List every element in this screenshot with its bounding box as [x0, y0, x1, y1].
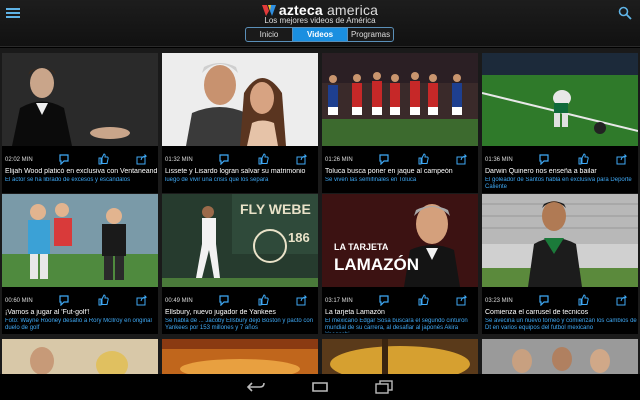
thumbs-up-icon[interactable] — [417, 294, 429, 306]
video-duration: 01:36 MIN — [485, 157, 513, 163]
share-icon[interactable] — [456, 294, 468, 306]
video-thumbnail[interactable] — [482, 53, 638, 146]
app-subtitle: Los mejores videos de América — [264, 16, 376, 25]
video-description: Se viven las semifinales en Toluca — [325, 177, 417, 183]
thumbs-up-icon[interactable] — [577, 294, 589, 306]
section-tabs: Inicio Videos Programas — [245, 27, 394, 42]
thumbs-up-icon[interactable] — [97, 153, 109, 165]
video-title[interactable]: Toluca busca poner en jaque al campeón — [325, 168, 477, 175]
video-title[interactable]: La tarjeta Lamazón — [325, 309, 477, 316]
video-duration: 02:02 MIN — [5, 157, 33, 163]
video-meta-row: 03:23 MIN — [482, 294, 638, 306]
video-description: El goleador de Santos habla en exclusiva… — [485, 177, 632, 190]
info-icon[interactable] — [538, 294, 550, 306]
video-thumbnail[interactable] — [322, 53, 478, 146]
video-description: Foto: Wayne Rooney desafió a Rory McIlro… — [5, 318, 152, 331]
video-duration: 03:23 MIN — [485, 298, 513, 304]
thumbs-up-icon[interactable] — [257, 153, 269, 165]
video-description: luego de vivir una crisis que los separa — [165, 177, 269, 183]
video-title[interactable]: Lissete y Lisardo logran salvar su matri… — [165, 168, 317, 175]
video-thumbnail[interactable] — [482, 194, 638, 287]
video-duration: 01:32 MIN — [165, 157, 193, 163]
thumbs-up-icon[interactable] — [257, 294, 269, 306]
video-card-partial[interactable] — [2, 339, 158, 374]
share-icon[interactable] — [296, 153, 308, 165]
video-title[interactable]: Darwin Quinero nos enseña a bailar — [485, 168, 637, 175]
info-icon[interactable] — [538, 153, 550, 165]
share-icon[interactable] — [136, 153, 148, 165]
stadium-sign-text: FLY WEBE — [240, 201, 311, 217]
video-card[interactable]: FLY WEBE 186 00:49 MIN Ellsbury, nuevo j… — [162, 194, 318, 334]
thumbs-up-icon[interactable] — [417, 153, 429, 165]
video-meta-row: 00:49 MIN — [162, 294, 318, 306]
video-thumbnail[interactable] — [2, 339, 158, 374]
video-thumbnail[interactable] — [482, 339, 638, 374]
video-card[interactable]: 01:32 MIN Lissete y Lisardo logran salva… — [162, 53, 318, 193]
azteca-logo-mark — [261, 5, 276, 16]
video-card-partial[interactable] — [482, 339, 638, 374]
video-duration: 01:26 MIN — [325, 157, 353, 163]
thumbs-up-icon[interactable] — [577, 153, 589, 165]
jersey-number-text: 186 — [288, 230, 310, 245]
video-duration: 03:17 MIN — [325, 298, 353, 304]
video-meta-row: 01:26 MIN — [322, 153, 478, 165]
video-card[interactable]: 03:23 MIN Comienza el carrusel de tecnic… — [482, 194, 638, 334]
info-icon[interactable] — [378, 153, 390, 165]
video-meta-row: 01:32 MIN — [162, 153, 318, 165]
info-icon[interactable] — [218, 153, 230, 165]
video-meta-row: 01:36 MIN — [482, 153, 638, 165]
video-thumbnail[interactable] — [2, 53, 158, 146]
thumbs-up-icon[interactable] — [97, 294, 109, 306]
video-meta-row: 03:17 MIN — [322, 294, 478, 306]
video-meta-row: 02:02 MIN — [2, 153, 158, 165]
video-thumbnail[interactable] — [162, 53, 318, 146]
video-card[interactable]: 02:02 MIN Elijah Wood platicó en exclusi… — [2, 53, 158, 193]
video-card[interactable]: 01:36 MIN Darwin Quinero nos enseña a ba… — [482, 53, 638, 193]
share-icon[interactable] — [616, 153, 628, 165]
back-icon[interactable] — [246, 380, 266, 394]
video-title[interactable]: ¡Vamos a jugar al 'Fut-golf'! — [5, 309, 157, 316]
video-description: El mexicano Edgar Sosa buscará el segund… — [325, 318, 468, 333]
video-duration: 00:49 MIN — [165, 298, 193, 304]
video-thumbnail[interactable] — [322, 339, 478, 374]
video-thumbnail[interactable]: FLY WEBE 186 — [162, 194, 318, 287]
search-icon[interactable] — [618, 6, 632, 20]
share-icon[interactable] — [136, 294, 148, 306]
home-icon[interactable] — [310, 380, 330, 394]
video-card[interactable]: LA TARJETA LAMAZÓN 03:17 MIN La tarjeta … — [322, 194, 478, 334]
thumb-title-line1: LA TARJETA — [334, 242, 389, 252]
share-icon[interactable] — [616, 294, 628, 306]
video-description: Se habla de ... Jacoby Ellsbury dejó Bos… — [165, 318, 314, 331]
system-nav-bar — [0, 374, 640, 400]
video-duration: 00:60 MIN — [5, 298, 33, 304]
video-card-partial[interactable] — [162, 339, 318, 374]
video-title[interactable]: Ellsbury, nuevo jugador de Yankees — [165, 309, 317, 316]
share-icon[interactable] — [296, 294, 308, 306]
video-thumbnail[interactable] — [162, 339, 318, 374]
video-card[interactable]: 01:26 MIN Toluca busca poner en jaque al… — [322, 53, 478, 193]
video-card[interactable]: 00:60 MIN ¡Vamos a jugar al 'Fut-golf'! … — [2, 194, 158, 334]
info-icon[interactable] — [378, 294, 390, 306]
app-header: azteca america Los mejores videos de Amé… — [0, 0, 640, 47]
tab-programas[interactable]: Programas — [347, 28, 393, 41]
video-grid: 02:02 MIN Elijah Wood platicó en exclusi… — [0, 48, 640, 374]
tab-videos[interactable]: Videos — [293, 28, 347, 41]
video-description: Se avecina un nuevo torneo y comienzan l… — [485, 318, 637, 331]
info-icon[interactable] — [218, 294, 230, 306]
video-thumbnail[interactable]: LA TARJETA LAMAZÓN — [322, 194, 478, 287]
video-meta-row: 00:60 MIN — [2, 294, 158, 306]
video-description: El actor se ha librado de excesos y escá… — [5, 177, 131, 183]
video-title[interactable]: Comienza el carrusel de tecnicos — [485, 309, 637, 316]
video-title[interactable]: Elijah Wood platicó en exclusiva con Ven… — [5, 168, 157, 175]
info-icon[interactable] — [58, 153, 70, 165]
video-card-partial[interactable] — [322, 339, 478, 374]
tab-inicio[interactable]: Inicio — [246, 28, 293, 41]
video-thumbnail[interactable] — [2, 194, 158, 287]
thumb-title-line2: LAMAZÓN — [334, 255, 419, 274]
recent-apps-icon[interactable] — [374, 380, 394, 394]
info-icon[interactable] — [58, 294, 70, 306]
share-icon[interactable] — [456, 153, 468, 165]
